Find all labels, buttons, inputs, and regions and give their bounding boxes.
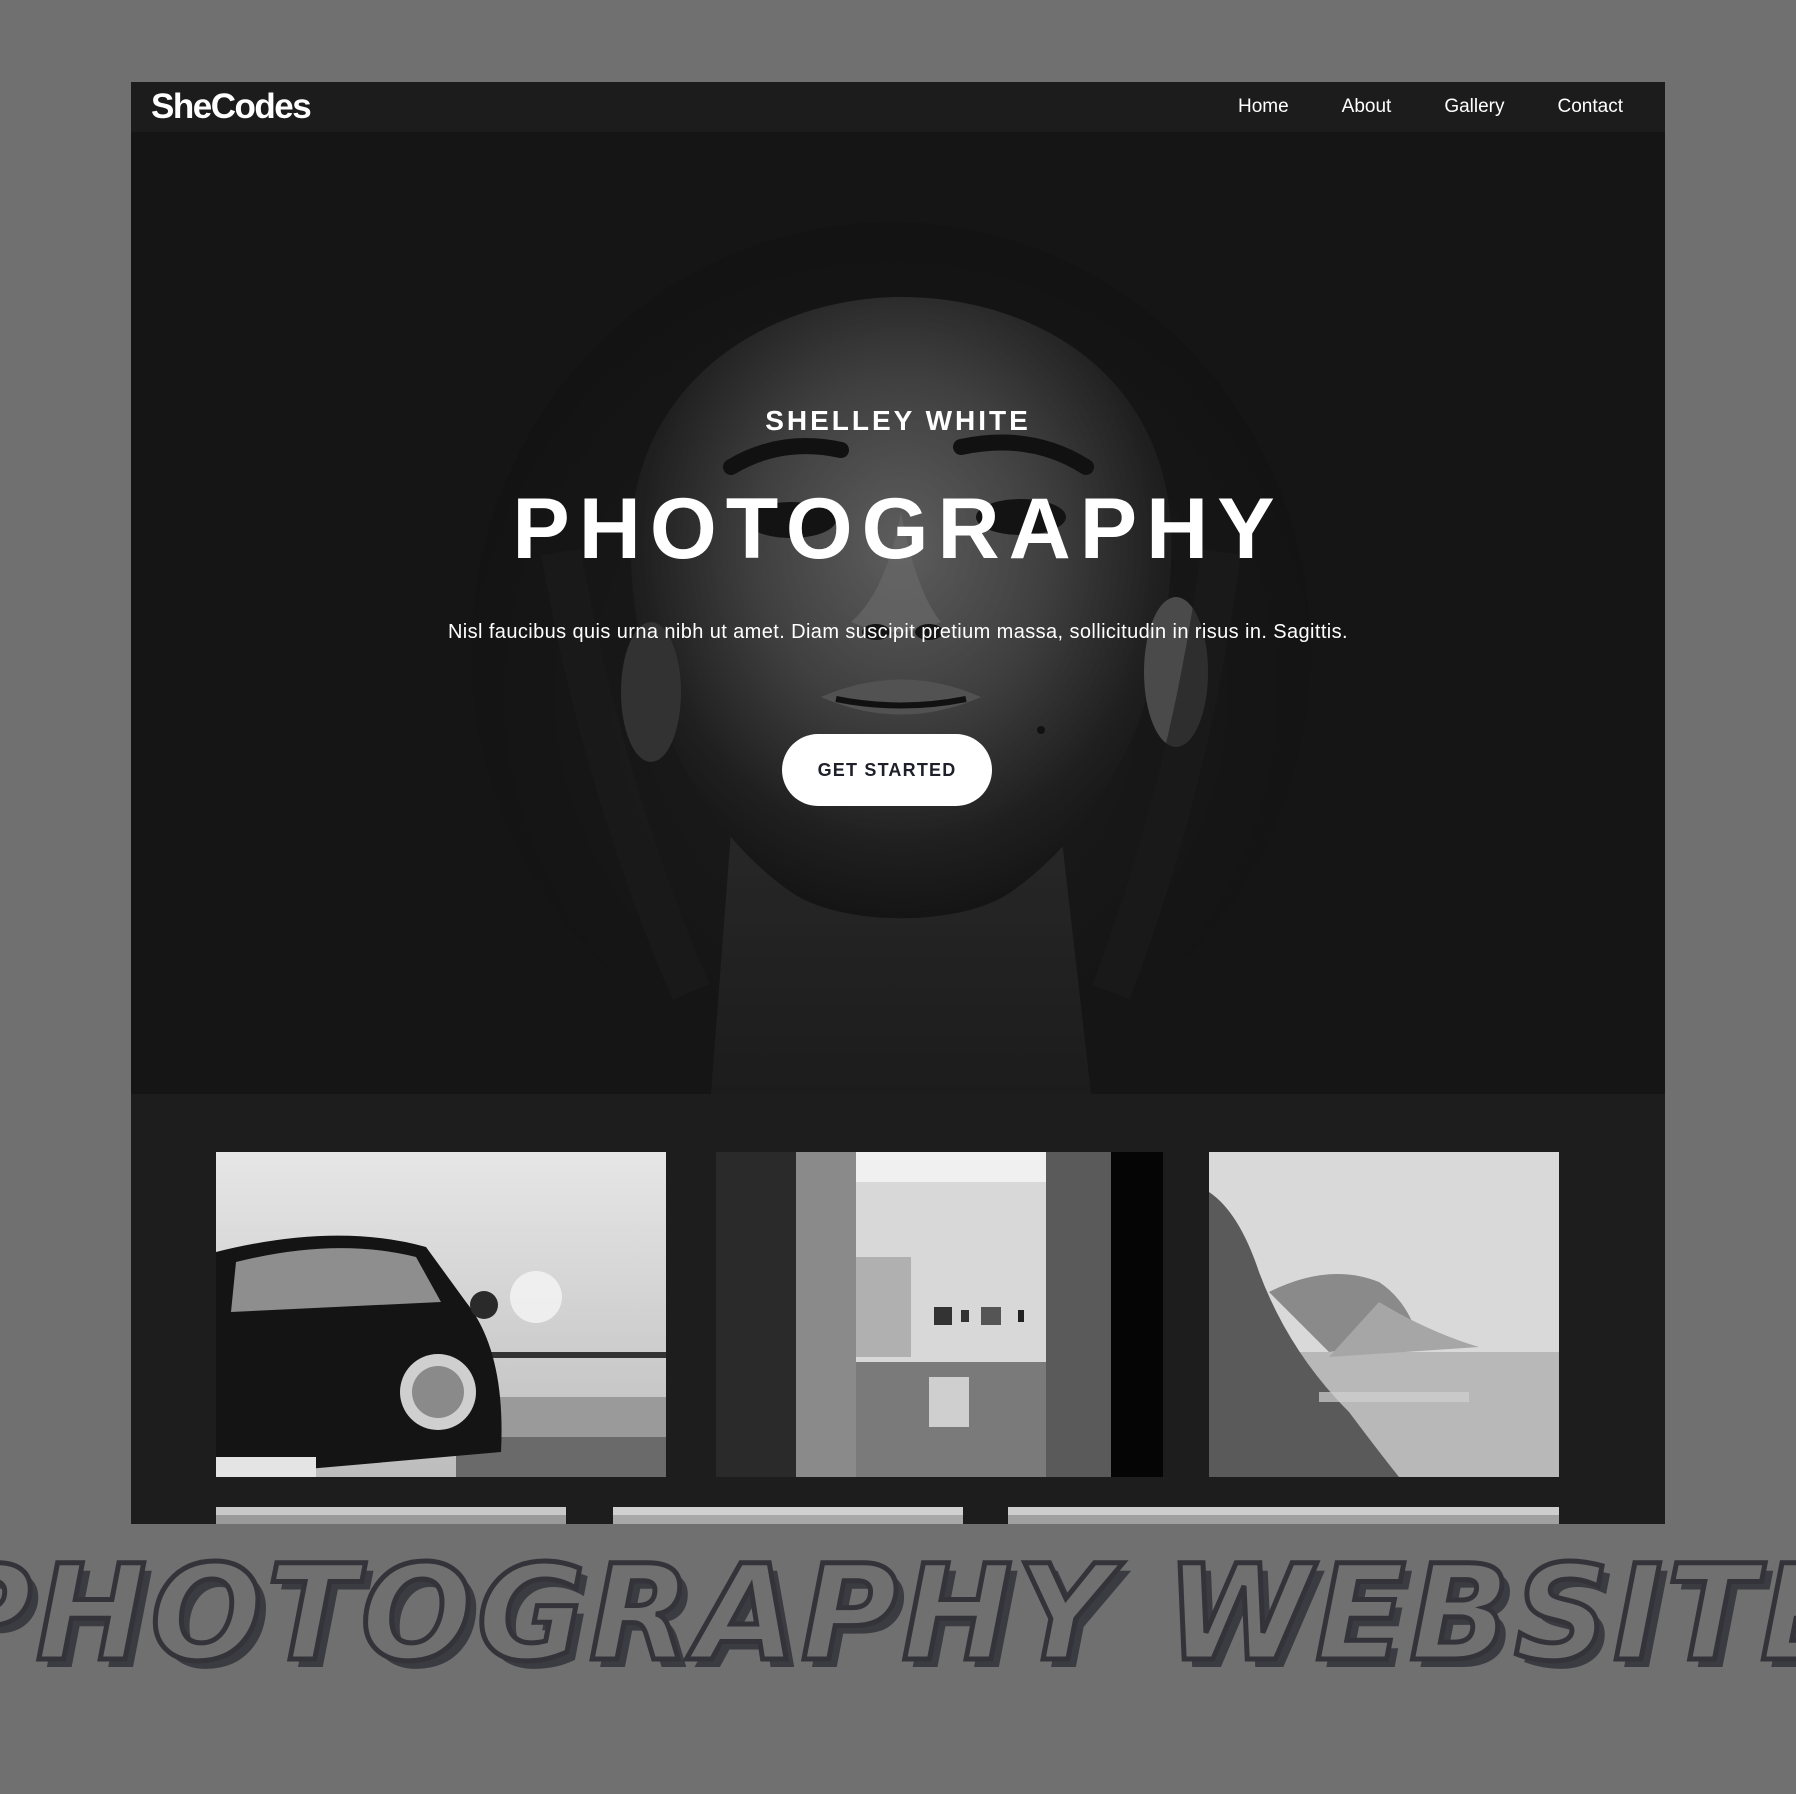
gallery-interior-image: [716, 1152, 1163, 1477]
gallery-section: [131, 1094, 1665, 1524]
hero-section: SHELLEY WHITE PHOTOGRAPHY Nisl faucibus …: [131, 132, 1665, 1094]
caption-banner: PHOTOGRAPHY WEBSITE PHOTOGRAPHY WEBSITE: [0, 1535, 1796, 1700]
coastal-cliff-image: [1209, 1152, 1559, 1477]
nav-link-about[interactable]: About: [1342, 96, 1392, 118]
gallery-photo-interior[interactable]: [716, 1152, 1163, 1477]
nav-link-home[interactable]: Home: [1238, 96, 1289, 118]
navbar: SheCodes Home About Gallery Contact: [131, 82, 1665, 132]
website-screenshot: SheCodes Home About Gallery Contact SHEL…: [131, 82, 1665, 1524]
caption-title: PHOTOGRAPHY WEBSITE: [0, 1537, 1796, 1691]
get-started-button[interactable]: GET STARTED: [782, 734, 992, 806]
brand-logo[interactable]: SheCodes: [151, 87, 312, 127]
car-image: [216, 1152, 666, 1477]
hero-title: PHOTOGRAPHY: [512, 481, 1284, 577]
hero-content: SHELLEY WHITE PHOTOGRAPHY Nisl faucibus …: [131, 132, 1665, 1094]
gallery-photo-car[interactable]: [216, 1152, 666, 1477]
hero-subtitle: SHELLEY WHITE: [765, 405, 1031, 436]
nav-link-contact[interactable]: Contact: [1558, 96, 1623, 118]
gallery-photo-cliff[interactable]: [1209, 1152, 1559, 1477]
nav-link-gallery[interactable]: Gallery: [1444, 96, 1504, 118]
hero-description: Nisl faucibus quis urna nibh ut amet. Di…: [447, 621, 1349, 643]
nav-links: Home About Gallery Contact: [1238, 96, 1623, 118]
